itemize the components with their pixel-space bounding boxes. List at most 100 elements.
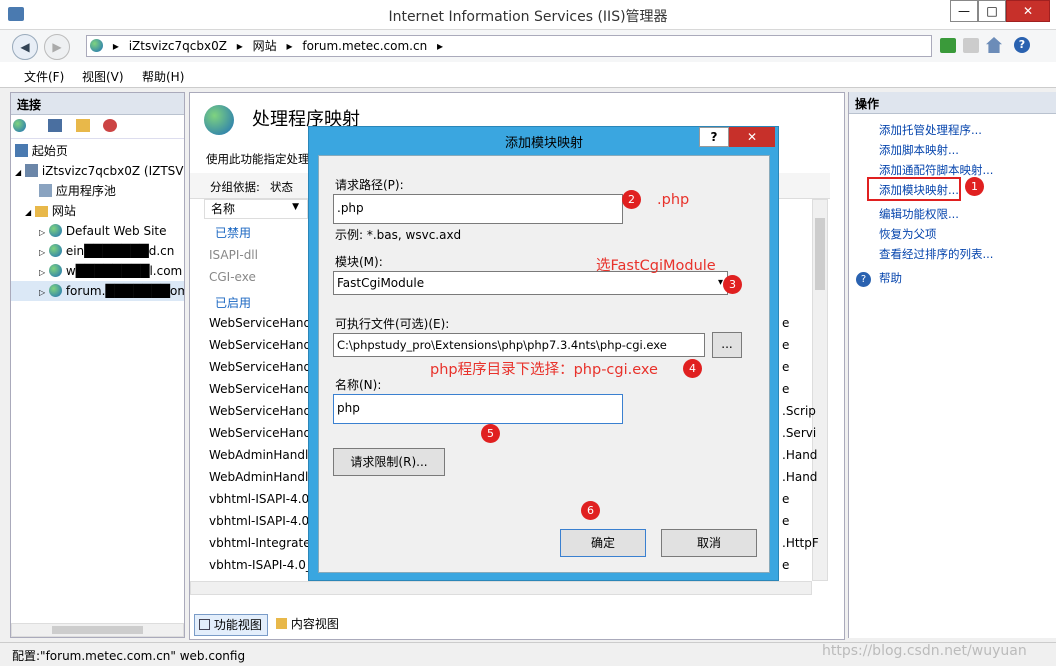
tree-item-site[interactable]: ▷ ein███████d.cn bbox=[11, 241, 184, 261]
delete-connection-icon[interactable] bbox=[103, 119, 118, 132]
back-arrow-icon: ◀ bbox=[20, 40, 30, 54]
table-row[interactable]: WebAdminHandl bbox=[209, 470, 308, 484]
request-path-input[interactable]: .php bbox=[333, 194, 623, 224]
menu-file[interactable]: 文件(F) bbox=[24, 68, 64, 85]
column-header-name[interactable]: 名称 ▼ bbox=[204, 199, 308, 219]
scroll-thumb[interactable] bbox=[52, 626, 143, 634]
site-globe-icon bbox=[48, 264, 62, 277]
annotation-fastcgi: 选FastCgiModule bbox=[596, 258, 716, 274]
table-row-disabled[interactable]: CGI-exe bbox=[209, 270, 256, 284]
globe-icon bbox=[90, 39, 103, 52]
back-button[interactable]: ◀ bbox=[12, 34, 38, 60]
highlight-box bbox=[867, 177, 961, 201]
tab-content-view[interactable]: 内容视图 bbox=[272, 614, 348, 636]
expand-icon[interactable]: ▷ bbox=[39, 268, 45, 277]
stop-icon[interactable] bbox=[963, 38, 979, 53]
tree-item-server[interactable]: ◢ iZtsvizc7qcbx0Z (IZTSVIZC bbox=[11, 161, 184, 181]
refresh-icon[interactable] bbox=[940, 38, 956, 53]
connections-title: 连接 bbox=[11, 93, 184, 115]
dialog-help-button[interactable]: ? bbox=[699, 127, 729, 147]
save-icon[interactable] bbox=[47, 119, 62, 132]
forward-button[interactable]: ▶ bbox=[44, 34, 70, 60]
group-by-label: 分组依据: bbox=[210, 180, 260, 194]
action-help[interactable]: 帮助 bbox=[879, 268, 1056, 288]
menu-help[interactable]: 帮助(H) bbox=[142, 68, 184, 85]
tree-item-site[interactable]: ▷ Default Web Site bbox=[11, 221, 184, 241]
table-row[interactable]: vbhtm-ISAPI-4.0_ bbox=[209, 558, 312, 572]
browse-button[interactable]: ... bbox=[712, 332, 742, 358]
breadcrumb-sites[interactable]: 网站 bbox=[253, 39, 277, 53]
ok-button[interactable]: 确定 bbox=[560, 529, 646, 557]
table-row[interactable]: WebAdminHandl bbox=[209, 448, 308, 462]
action-view-ordered-list[interactable]: 查看经过排序的列表... bbox=[879, 244, 1056, 264]
cancel-button[interactable]: 取消 bbox=[661, 529, 757, 557]
table-row[interactable]: WebServiceHand bbox=[209, 360, 311, 374]
action-edit-feature-permissions[interactable]: 编辑功能权限... bbox=[879, 204, 1056, 224]
annotation-badge-2: 2 bbox=[622, 190, 641, 209]
collapse-icon[interactable]: ◢ bbox=[25, 208, 31, 217]
table-cell-path: .HttpF bbox=[782, 536, 819, 550]
tree-item-app-pools[interactable]: 应用程序池 bbox=[11, 181, 184, 201]
breadcrumb-site[interactable]: forum.metec.com.cn bbox=[302, 39, 427, 53]
group-disabled: 已禁用 bbox=[215, 226, 252, 240]
tree-item-start[interactable]: 起始页 bbox=[11, 141, 184, 161]
annotation-php-cgi: php程序目录下选择：php-cgi.exe bbox=[430, 362, 658, 378]
tree-item-site-selected[interactable]: ▷ forum.███████om.c bbox=[11, 281, 184, 301]
tab-features-view[interactable]: 功能视图 bbox=[194, 614, 268, 636]
address-field[interactable]: ▸ iZtsvizc7qcbx0Z ▸ 网站 ▸ forum.metec.com… bbox=[86, 35, 932, 57]
features-view-icon bbox=[199, 619, 210, 630]
table-row[interactable]: WebServiceHand bbox=[209, 382, 311, 396]
annotation-badge-4: 4 bbox=[683, 359, 702, 378]
request-restrictions-button[interactable]: 请求限制(R)... bbox=[333, 448, 445, 476]
status-bar: 配置:"forum.metec.com.cn" web.config https… bbox=[0, 642, 1056, 666]
table-row[interactable]: vbhtml-Integrated bbox=[209, 536, 318, 550]
name-input[interactable]: php bbox=[333, 394, 623, 424]
connections-hscroll[interactable] bbox=[11, 623, 184, 637]
table-cell-path: .Hand bbox=[782, 470, 818, 484]
table-cell-path: e bbox=[782, 382, 790, 396]
actions-title: 操作 bbox=[849, 92, 1056, 114]
menu-view[interactable]: 视图(V) bbox=[82, 68, 124, 85]
breadcrumb-server[interactable]: iZtsvizc7qcbx0Z bbox=[129, 39, 227, 53]
expand-icon[interactable]: ▷ bbox=[39, 228, 45, 237]
table-cell-path: e bbox=[782, 338, 790, 352]
home-icon[interactable] bbox=[986, 37, 1002, 53]
name-label: 名称(N): bbox=[335, 378, 382, 392]
action-add-managed-handler[interactable]: 添加托管处理程序... bbox=[879, 120, 1056, 140]
start-page-icon bbox=[15, 144, 28, 157]
table-cell-path: e bbox=[782, 360, 790, 374]
minimize-button[interactable]: — bbox=[950, 0, 978, 22]
table-row[interactable]: WebServiceHand bbox=[209, 404, 311, 418]
dialog-close-button[interactable]: ✕ bbox=[729, 127, 775, 147]
executable-input[interactable]: C:\phpstudy_pro\Extensions\php\php7.3.4n… bbox=[333, 333, 705, 357]
handler-mappings-icon bbox=[204, 105, 234, 135]
tree-item-sites[interactable]: ◢ 网站 bbox=[11, 201, 184, 221]
table-row[interactable]: WebServiceHand bbox=[209, 338, 311, 352]
collapse-icon[interactable]: ◢ bbox=[15, 168, 21, 177]
action-add-script-map[interactable]: 添加脚本映射... bbox=[879, 140, 1056, 160]
table-row[interactable]: WebServiceHand bbox=[209, 426, 311, 440]
action-revert-to-parent[interactable]: 恢复为父项 bbox=[879, 224, 1056, 244]
table-row-disabled[interactable]: ISAPI-dll bbox=[209, 248, 258, 262]
title-bar: Internet Information Services (IIS)管理器 —… bbox=[0, 0, 1056, 30]
table-cell-path: .Servi bbox=[782, 426, 817, 440]
connections-tree: 起始页 ◢ iZtsvizc7qcbx0Z (IZTSVIZC 应用程序池 ◢ … bbox=[11, 139, 184, 579]
expand-icon[interactable]: ▷ bbox=[39, 248, 45, 257]
maximize-button[interactable]: □ bbox=[978, 0, 1006, 22]
expand-icon[interactable]: ▷ bbox=[39, 288, 45, 297]
tree-item-site[interactable]: ▷ w████████l.com bbox=[11, 261, 184, 281]
site-globe-icon bbox=[48, 224, 62, 237]
folder-icon[interactable] bbox=[75, 119, 90, 132]
page-description: 使用此功能指定处理 bbox=[206, 152, 310, 166]
feature-vscroll[interactable] bbox=[812, 199, 828, 581]
group-by-value[interactable]: 状态 bbox=[270, 179, 293, 195]
scroll-thumb[interactable] bbox=[815, 218, 825, 290]
actions-list: 添加托管处理程序... 添加脚本映射... 添加通配符脚本映射... 添加模块映… bbox=[849, 114, 1056, 288]
feature-hscroll[interactable] bbox=[190, 581, 812, 595]
help-icon[interactable]: ? bbox=[1014, 37, 1030, 53]
table-row[interactable]: WebServiceHand bbox=[209, 316, 311, 330]
table-row[interactable]: vbhtml-ISAPI-4.0_ bbox=[209, 514, 315, 528]
connect-icon[interactable] bbox=[13, 119, 26, 132]
close-button[interactable]: ✕ bbox=[1006, 0, 1050, 22]
table-row[interactable]: vbhtml-ISAPI-4.0_ bbox=[209, 492, 315, 506]
